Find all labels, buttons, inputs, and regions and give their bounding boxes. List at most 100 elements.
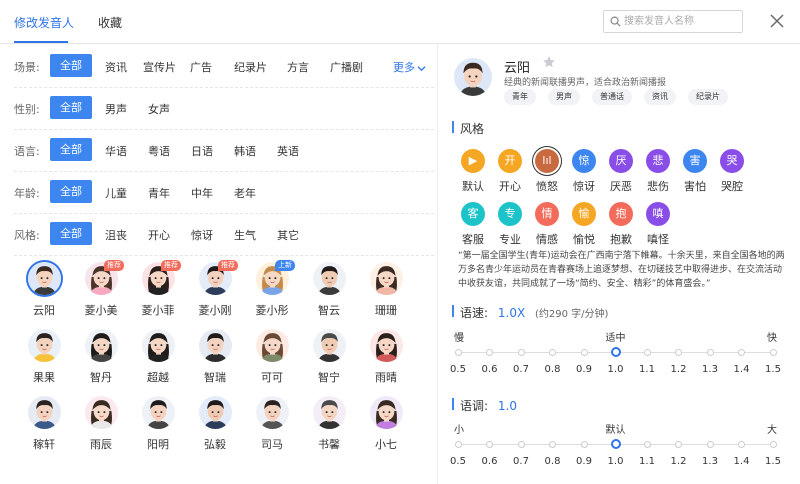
speed-step[interactable]: [486, 348, 493, 356]
speed-step[interactable]: [706, 348, 714, 356]
close-icon[interactable]: [769, 13, 785, 29]
tone-step[interactable]: [769, 440, 777, 448]
voice-card[interactable]: 阳明: [130, 396, 186, 452]
voice-card[interactable]: 云阳: [16, 262, 72, 318]
filter-option-age-1[interactable]: 儿童: [105, 185, 127, 201]
filter-option-scene-0[interactable]: 全部: [50, 54, 92, 77]
voice-name: 小七: [375, 438, 397, 451]
tone-step[interactable]: [610, 439, 621, 449]
voice-avatar: [27, 329, 61, 362]
filter-row-language: 语言: 全部 华语 粤语 日语 韩语 英语: [14, 130, 434, 172]
style-section-title: 风格: [451, 120, 484, 137]
speed-step[interactable]: [549, 348, 556, 356]
voice-card[interactable]: 推荐 菱小刚: [187, 260, 243, 318]
voice-card[interactable]: 司马: [244, 396, 300, 452]
speed-tick-label: 1.3: [702, 364, 718, 375]
tone-step[interactable]: [675, 440, 682, 448]
voice-card[interactable]: 上新 菱小彤: [244, 260, 300, 318]
style-icon: 厌: [609, 149, 633, 173]
voice-card[interactable]: 超越: [130, 329, 186, 385]
tone-step[interactable]: [486, 440, 493, 448]
tone-tick-label: 0.6: [481, 456, 498, 467]
filter-option-scene-3[interactable]: 广告: [190, 59, 212, 75]
style-option[interactable]: 嗔嗔怪: [636, 202, 680, 247]
voice-card[interactable]: 雨晴: [358, 329, 414, 385]
voice-card[interactable]: 智云: [301, 262, 357, 318]
filter-option-age-2[interactable]: 青年: [148, 185, 170, 201]
style-icon: 嗔: [646, 202, 670, 226]
voice-name: 果果: [33, 371, 55, 384]
filter-option-language-3[interactable]: 日语: [191, 143, 213, 159]
voice-card[interactable]: 智丹: [73, 329, 129, 385]
filter-option-age-4[interactable]: 老年: [234, 185, 256, 201]
voice-card[interactable]: 果果: [16, 329, 72, 385]
filter-option-language-4[interactable]: 韩语: [234, 143, 256, 159]
tone-step[interactable]: [517, 440, 525, 448]
voice-avatar: [198, 329, 232, 362]
speed-step[interactable]: [675, 348, 682, 356]
tone-step[interactable]: [454, 440, 462, 448]
filter-option-language-0[interactable]: 全部: [50, 138, 92, 161]
tone-step[interactable]: [738, 440, 745, 448]
speed-step[interactable]: [610, 347, 621, 357]
tab-favorites[interactable]: 收藏: [98, 14, 122, 31]
filter-option-style-3[interactable]: 惊讶: [191, 227, 213, 243]
voice-card[interactable]: 小七: [358, 396, 414, 452]
voice-card[interactable]: 智宁: [301, 329, 357, 385]
filter-option-style-1[interactable]: 沮丧: [105, 227, 127, 243]
voice-card[interactable]: 书馨: [301, 396, 357, 452]
speed-tick-label: 0.6: [481, 364, 498, 375]
tone-step[interactable]: [580, 440, 588, 448]
tone-step[interactable]: [706, 440, 714, 448]
filter-option-age-3[interactable]: 中年: [191, 185, 213, 201]
tone-step[interactable]: [643, 440, 651, 448]
voice-card[interactable]: 稼轩: [16, 396, 72, 452]
filter-option-language-5[interactable]: 英语: [277, 143, 299, 159]
search-input[interactable]: [624, 14, 738, 29]
speed-tick-label: 1.1: [639, 364, 655, 375]
voice-avatar: [369, 262, 403, 295]
speed-step[interactable]: [738, 348, 745, 356]
style-icon: 悲: [646, 149, 670, 173]
filter-option-scene-2[interactable]: 宣传片: [143, 59, 176, 75]
voice-card[interactable]: 智瑞: [187, 329, 243, 385]
favorite-star-icon[interactable]: [542, 55, 556, 69]
search-box[interactable]: [603, 10, 743, 33]
speed-step[interactable]: [580, 348, 588, 356]
speed-step[interactable]: [643, 348, 651, 356]
voice-tag: 普通话: [592, 89, 632, 105]
filter-option-style-4[interactable]: 生气: [234, 227, 256, 243]
voice-card[interactable]: 弘毅: [187, 396, 243, 452]
tone-tick-label: 1.2: [670, 456, 687, 467]
scene-more-button[interactable]: 更多: [393, 59, 426, 75]
speed-step[interactable]: [769, 348, 777, 356]
filter-option-age-0[interactable]: 全部: [50, 180, 92, 203]
voice-card[interactable]: 推荐 菱小美: [73, 260, 129, 318]
speed-step[interactable]: [454, 348, 462, 356]
voice-card[interactable]: 雨辰: [73, 396, 129, 452]
voice-name: 书馨: [318, 438, 340, 451]
sample-text: “第一届全国学生(青年)运动会在广西南宁落下帷幕。十余天里，来自全国各地的两万多…: [458, 251, 785, 289]
tone-step[interactable]: [549, 440, 556, 448]
voice-card[interactable]: 可可: [244, 329, 300, 385]
filter-option-language-2[interactable]: 粤语: [148, 143, 170, 159]
filter-option-scene-6[interactable]: 广播剧: [330, 59, 363, 75]
filter-option-gender-1[interactable]: 男声: [105, 101, 127, 117]
filter-option-language-1[interactable]: 华语: [105, 143, 127, 159]
filter-option-style-0[interactable]: 全部: [50, 222, 92, 245]
voice-tag: 资讯: [644, 89, 676, 105]
voice-card[interactable]: 推荐 菱小菲: [130, 260, 186, 318]
tab-modify-voice[interactable]: 修改发音人: [14, 14, 74, 31]
filter-option-scene-1[interactable]: 资讯: [105, 59, 127, 75]
speed-step[interactable]: [517, 348, 525, 356]
voice-avatar: [312, 329, 346, 362]
filter-option-scene-4[interactable]: 纪录片: [234, 59, 267, 75]
style-option[interactable]: 哭哭腔: [710, 149, 754, 194]
filter-option-gender-0[interactable]: 全部: [50, 96, 92, 119]
filter-option-scene-5[interactable]: 方言: [287, 59, 309, 75]
filter-option-gender-2[interactable]: 女声: [148, 101, 170, 117]
tone-tick-label: 1.1: [639, 456, 655, 467]
filter-option-style-2[interactable]: 开心: [148, 227, 170, 243]
filter-option-style-5[interactable]: 其它: [277, 227, 299, 243]
voice-card[interactable]: 珊珊: [358, 262, 414, 318]
